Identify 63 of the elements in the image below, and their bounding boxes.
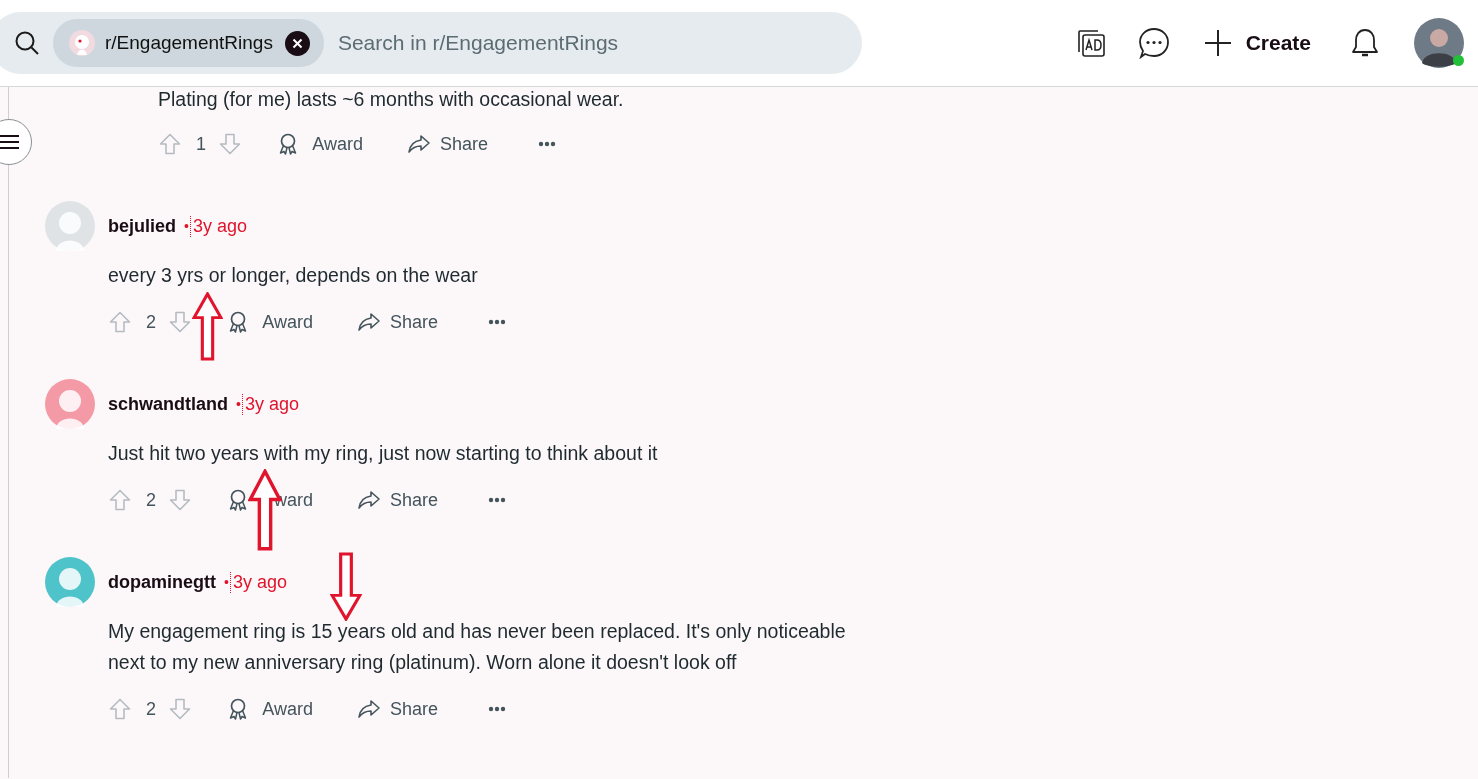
downvote-icon [168, 310, 192, 334]
share-button[interactable]: Share [347, 480, 449, 520]
avatar-icon [45, 557, 95, 607]
share-button[interactable]: Share [347, 302, 449, 342]
separator-dot: • [224, 574, 229, 590]
vote-count: 2 [146, 489, 156, 511]
ad-button[interactable] [1075, 28, 1106, 58]
username[interactable]: dopaminegtt [108, 571, 216, 593]
upvote-icon [108, 488, 132, 512]
upvote-icon [108, 697, 132, 721]
plus-icon [1203, 29, 1232, 57]
annotation-arrow [330, 552, 362, 621]
notifications-button[interactable] [1349, 27, 1381, 59]
search-bar[interactable]: r/EngagementRings Search in r/EngagementRings [0, 12, 862, 74]
upvote-icon [108, 310, 132, 334]
separator-dot: • [184, 218, 189, 234]
avatar-icon [45, 379, 95, 429]
close-icon [291, 37, 303, 49]
upvote-icon [158, 132, 182, 156]
vote-count: 1 [196, 133, 206, 155]
share-icon [357, 488, 381, 512]
chat-button[interactable] [1137, 27, 1170, 59]
share-icon [407, 132, 431, 156]
share-button[interactable]: Share [347, 689, 449, 729]
vote-count: 2 [146, 698, 156, 720]
chat-icon [1137, 27, 1170, 59]
comment-text: every 3 yrs or longer, depends on the wear [108, 263, 479, 288]
comment-text: Plating (for me) lasts ~6 months with occasional wear. [158, 87, 625, 111]
subreddit-icon [69, 30, 95, 56]
award-button[interactable]: Award [216, 302, 323, 342]
subreddit-chip[interactable]: r/EngagementRings [53, 19, 324, 67]
timestamp: 3y ago [229, 571, 287, 593]
comment-text: My engagement ring is 15 years old and has never been replaced. It's only noticeable next to my new anniversary ring (platinum). Worn alone it doesn't look off [108, 619, 847, 675]
comment-text: Just hit two years with my ring, just now starting to think about it [108, 441, 659, 466]
username[interactable]: bejulied [108, 215, 176, 237]
profile-avatar[interactable] [1414, 18, 1464, 68]
bell-icon [1349, 27, 1381, 59]
menu-icon [0, 134, 19, 150]
vote-count: 2 [146, 311, 156, 333]
remove-chip-button[interactable] [284, 30, 310, 56]
more-icon [488, 319, 507, 325]
share-icon [357, 310, 381, 334]
subreddit-name: r/EngagementRings [105, 32, 273, 54]
more-icon [538, 141, 557, 147]
ad-icon [1075, 28, 1106, 58]
award-button[interactable]: Award [266, 124, 373, 164]
separator-dot: • [236, 396, 241, 412]
timestamp: 3y ago [241, 393, 299, 415]
username[interactable]: schwandtland [108, 393, 228, 415]
timestamp: 3y ago [189, 215, 247, 237]
more-icon [488, 706, 507, 712]
downvote-icon [218, 132, 242, 156]
award-button[interactable]: Award [216, 689, 323, 729]
search-icon [14, 30, 40, 56]
share-icon [357, 697, 381, 721]
create-button[interactable]: Create [1203, 29, 1311, 57]
more-icon [488, 497, 507, 503]
downvote-icon [168, 697, 192, 721]
avatar-icon [45, 201, 95, 251]
share-button[interactable]: Share [397, 124, 499, 164]
annotation-arrow [192, 292, 223, 361]
downvote-icon [168, 488, 192, 512]
search-field[interactable]: Search in r/EngagementRings [335, 30, 800, 56]
